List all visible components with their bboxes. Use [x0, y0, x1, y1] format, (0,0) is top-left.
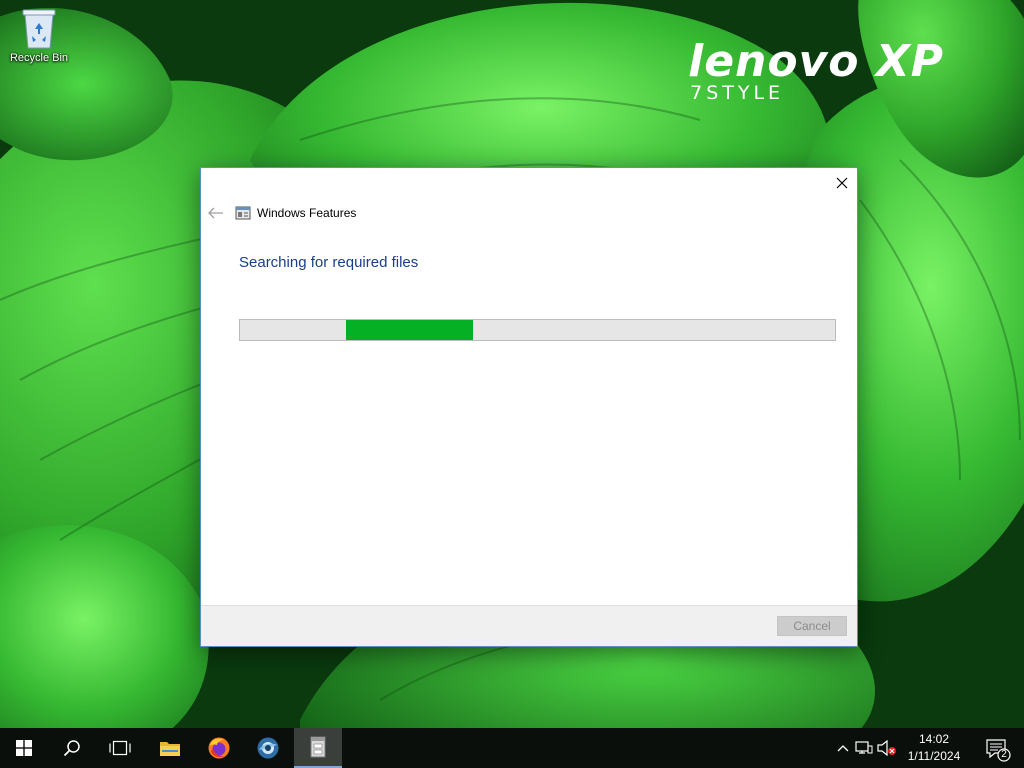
show-hidden-icons-button[interactable] — [834, 728, 852, 768]
dialog-footer: Cancel — [201, 605, 857, 646]
globe-icon — [257, 737, 279, 759]
start-button[interactable] — [0, 728, 48, 768]
taskbar: 14:02 1/11/2024 2 — [0, 728, 1024, 768]
recycle-bin-desktop-icon[interactable]: Recycle Bin — [4, 6, 74, 64]
chevron-up-icon — [837, 745, 849, 752]
windows-features-icon — [235, 206, 251, 220]
volume-muted-icon — [877, 740, 896, 756]
firefox-button[interactable] — [195, 728, 243, 768]
clock-date: 1/11/2024 — [907, 749, 961, 763]
clock-time: 14:02 — [918, 732, 950, 746]
progress-bar — [239, 319, 836, 341]
firefox-icon — [208, 737, 230, 759]
progress-marquee-chunk — [346, 320, 473, 340]
file-explorer-button[interactable] — [146, 728, 194, 768]
dialog-app-title: Windows Features — [257, 206, 357, 220]
cancel-button[interactable]: Cancel — [777, 616, 847, 636]
recycle-bin-label: Recycle Bin — [9, 52, 69, 64]
dialog-nav-row: Windows Features — [207, 203, 356, 223]
search-button[interactable] — [48, 728, 96, 768]
wallpaper-brand: lenovo XP 7STYLE — [688, 36, 944, 105]
folder-icon — [160, 742, 180, 756]
windows-features-button[interactable] — [294, 728, 342, 768]
task-view-button[interactable] — [96, 728, 144, 768]
back-arrow-icon[interactable] — [207, 206, 225, 220]
windows-logo-icon — [16, 740, 32, 756]
windows-features-dialog: Windows Features Searching for required … — [200, 167, 858, 647]
network-button[interactable] — [854, 728, 874, 768]
search-icon — [63, 740, 80, 757]
close-button[interactable] — [827, 168, 857, 198]
network-icon — [855, 741, 873, 754]
volume-button[interactable] — [876, 728, 898, 768]
system-tray: 14:02 1/11/2024 2 — [824, 728, 1024, 768]
windows-features-icon — [310, 736, 326, 758]
browser-button[interactable] — [244, 728, 292, 768]
notification-count-badge: 2 — [1001, 749, 1007, 760]
task-view-icon — [109, 740, 131, 756]
status-heading: Searching for required files — [239, 254, 419, 271]
action-center-button[interactable]: 2 — [982, 732, 1012, 764]
recycle-bin-icon — [19, 6, 59, 50]
brand-logo-text: lenovo XP — [688, 36, 944, 87]
close-icon — [836, 177, 848, 189]
taskbar-clock[interactable]: 14:02 1/11/2024 — [898, 731, 970, 765]
